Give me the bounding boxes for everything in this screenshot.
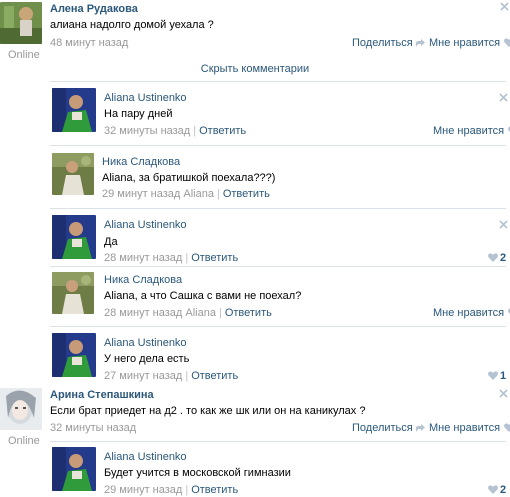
heart-icon [488,253,498,262]
divider [50,326,506,327]
divider [50,208,506,209]
post-time[interactable]: 48 минут назад [50,37,128,49]
close-icon[interactable] [499,93,508,102]
comment-author[interactable]: Ника Сладкова [102,156,180,168]
close-icon[interactable] [500,2,509,11]
avatar[interactable] [52,88,96,132]
comment-time[interactable]: 27 минут назад [104,370,182,382]
reply-button[interactable]: Ответить [223,188,270,200]
heart-icon [488,371,498,380]
separator: | [216,188,220,200]
avatar[interactable] [52,447,96,491]
share-label: Поделиться [352,37,413,49]
share-label: Поделиться [352,422,413,434]
reply-button[interactable]: Ответить [225,307,272,319]
hide-comments-link[interactable]: Скрыть комментарии [0,63,510,75]
like-counter[interactable]: 1 [488,370,506,382]
share-button[interactable]: Поделиться [352,37,425,49]
share-icon [415,39,425,47]
post-text: алиана надолго домой уехала ? [50,19,214,31]
like-counter[interactable]: 2 [488,484,506,496]
heart-icon [504,423,510,432]
avatar-image [52,88,96,132]
reply-to[interactable]: Aliana [183,188,214,200]
avatar-image [0,388,42,430]
reply-button[interactable]: Ответить [199,125,246,137]
avatar-image [52,215,96,259]
comment-author[interactable]: Aliana Ustinenko [104,219,187,231]
avatar[interactable] [52,215,96,259]
comment-meta: 29 минут назад Aliana | Ответить [102,188,270,200]
comment-time[interactable]: 28 минут назад [104,252,182,264]
share-button[interactable]: Поделиться [352,422,425,434]
share-icon [415,424,425,432]
like-button[interactable]: Мне нравится [429,37,510,49]
heart-icon [488,485,498,494]
comment-text: Aliana, а что Сашка с вами не поехал? [104,290,302,302]
like-count: 2 [500,484,507,496]
comment-author[interactable]: Aliana Ustinenko [104,451,187,463]
separator: | [218,307,222,319]
comment-author[interactable]: Aliana Ustinenko [104,337,187,349]
comment-text: Да [104,236,118,248]
post-author[interactable]: Арина Степашкина [50,389,154,401]
like-count: 2 [500,252,507,264]
separator: | [185,252,189,264]
like-button[interactable]: Мне нравится [433,125,510,137]
avatar[interactable] [52,153,94,195]
comment-author[interactable]: Aliana Ustinenko [104,92,187,104]
avatar-image [52,333,96,377]
avatar[interactable] [0,2,42,44]
divider [50,145,506,146]
divider [50,81,506,82]
reply-button[interactable]: Ответить [191,252,238,264]
avatar-image [52,447,96,491]
comment-meta: 28 минут назад Aliana | Ответить [104,307,272,319]
comment-author[interactable]: Ника Сладкова [104,274,182,286]
like-button[interactable]: Мне нравится [429,422,510,434]
online-status: Online [8,49,40,61]
like-label: Мне нравится [429,422,501,434]
avatar[interactable] [52,272,94,314]
post-author[interactable]: Алена Рудакова [50,3,138,15]
comment-time[interactable]: 28 минут назад [104,307,182,319]
separator: | [193,125,197,137]
avatar-image [52,153,94,195]
like-label: Мне нравится [429,37,501,49]
like-label: Мне нравится [433,125,505,137]
post-time[interactable]: 32 минуты назад [50,422,136,434]
divider [50,441,506,442]
comment-meta: 28 минут назад | Ответить [104,252,238,264]
divider [50,266,506,267]
online-status: Online [8,435,40,447]
avatar[interactable] [0,388,42,430]
like-button[interactable]: Мне нравится [433,307,510,319]
close-icon[interactable] [499,389,508,398]
close-icon[interactable] [499,220,508,229]
like-count: 1 [500,370,507,382]
avatar-image [0,2,42,44]
comment-text: Будет учится в московской гимназии [104,467,291,479]
avatar[interactable] [52,333,96,377]
comment-time[interactable]: 29 минут назад [104,484,182,496]
post-text: Если брат приедет на д2 . то как же шк и… [50,405,366,417]
separator: | [185,484,189,496]
comment-time[interactable]: 29 минут назад [102,188,180,200]
reply-to[interactable]: Aliana [185,307,216,319]
comment-time[interactable]: 32 минуты назад [104,125,190,137]
comment-text: На пару дней [104,108,173,120]
reply-button[interactable]: Ответить [191,484,238,496]
like-counter[interactable]: 2 [488,252,506,264]
reply-button[interactable]: Ответить [191,370,238,382]
comment-meta: 29 минут назад | Ответить [104,484,238,496]
like-label: Мне нравится [433,307,505,319]
comment-meta: 32 минуты назад | Ответить [104,125,246,137]
comment-text: У него дела есть [104,353,190,365]
separator: | [185,370,189,382]
comment-meta: 27 минут назад | Ответить [104,370,238,382]
heart-icon [504,38,510,47]
comment-text: Aliana, за братишкой поехала???) [102,172,276,184]
avatar-image [52,272,94,314]
